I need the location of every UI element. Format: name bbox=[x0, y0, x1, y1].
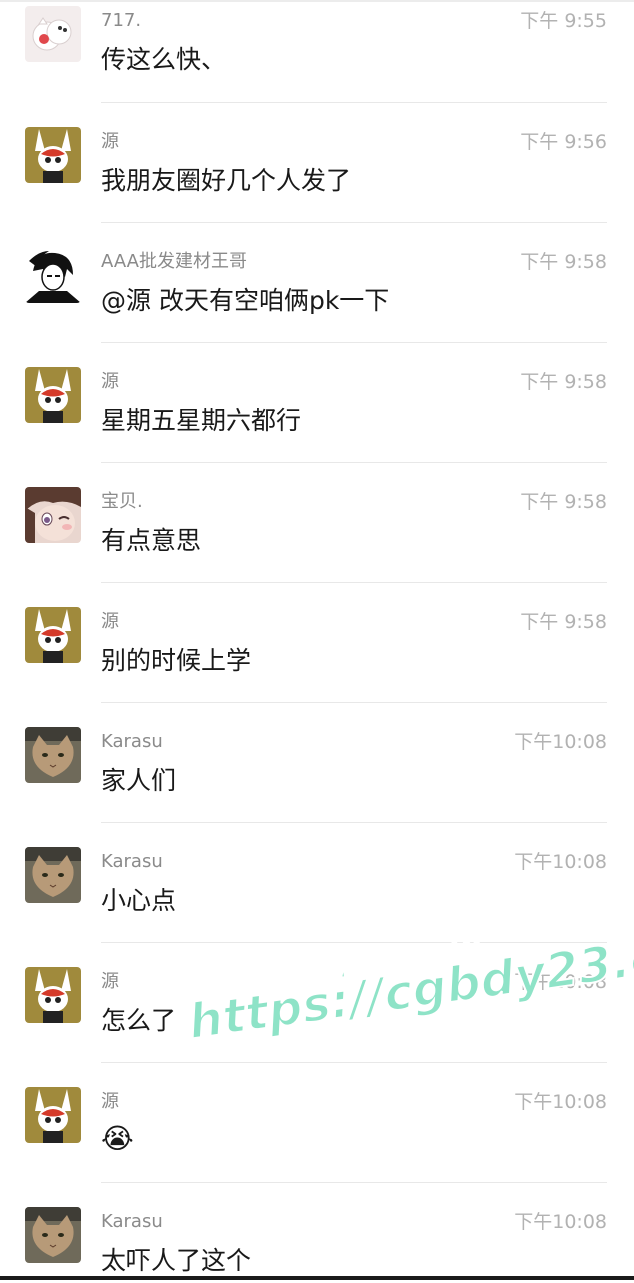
cat-photo-avatar-icon[interactable] bbox=[25, 1207, 81, 1263]
message-time: 下午10:08 bbox=[514, 1211, 607, 1233]
message-item[interactable]: 717. 下午 9:55 传这么快、 bbox=[0, 0, 634, 103]
rabbit-mascot-avatar-icon[interactable] bbox=[25, 1087, 81, 1143]
rabbit-mascot-avatar-icon[interactable] bbox=[25, 607, 81, 663]
message-time: 下午 9:58 bbox=[520, 251, 607, 273]
message-text: 别的时候上学 bbox=[101, 646, 252, 675]
sender-name: 源 bbox=[101, 371, 119, 392]
message-item[interactable]: 源 下午 9:58 别的时候上学 bbox=[0, 583, 634, 703]
cat-photo-avatar-icon[interactable] bbox=[25, 847, 81, 903]
message-time: 下午 9:58 bbox=[520, 371, 607, 393]
message-item[interactable]: 源 下午 9:58 星期五星期六都行 bbox=[0, 343, 634, 463]
message-time: 下午 9:56 bbox=[520, 131, 607, 153]
message-text: 传这么快、 bbox=[101, 45, 227, 74]
message-item[interactable]: Karasu 下午10:08 家人们 bbox=[0, 703, 634, 823]
message-text: 怎么了 bbox=[101, 1006, 177, 1035]
message-text: @源 改天有空咱俩pk一下 bbox=[101, 286, 390, 315]
sender-name: 宝贝. bbox=[101, 491, 143, 512]
sender-name: 源 bbox=[101, 611, 119, 632]
message-text: 家人们 bbox=[101, 766, 177, 795]
message-item[interactable]: Karasu 下午10:08 太吓人了这个 bbox=[0, 1183, 634, 1283]
message-time: 下午 9:58 bbox=[520, 611, 607, 633]
bottom-edge bbox=[0, 1276, 634, 1280]
cat-photo-avatar-icon[interactable] bbox=[25, 727, 81, 783]
message-item[interactable]: 宝贝. 下午 9:58 有点意思 bbox=[0, 463, 634, 583]
message-text: 小心点 bbox=[101, 886, 177, 915]
crying-emoji-icon: 😭 bbox=[101, 1122, 134, 1155]
sender-name: Karasu bbox=[101, 731, 163, 752]
message-text: 太吓人了这个 bbox=[101, 1246, 252, 1275]
cute-cat-avatar-icon[interactable] bbox=[25, 6, 81, 62]
sender-name: Karasu bbox=[101, 1211, 163, 1232]
message-item[interactable]: 源 下午10:08 怎么了 bbox=[0, 943, 634, 1063]
sender-name: Karasu bbox=[101, 851, 163, 872]
sender-name: 717. bbox=[101, 10, 142, 31]
sender-name: AAA批发建材王哥 bbox=[101, 251, 247, 272]
message-time: 下午10:08 bbox=[514, 1091, 607, 1113]
sender-name: 源 bbox=[101, 1091, 119, 1112]
message-time: 下午 9:58 bbox=[520, 491, 607, 513]
doll-girl-avatar-icon[interactable] bbox=[25, 487, 81, 543]
sender-name: 源 bbox=[101, 131, 119, 152]
message-time: 下午 9:55 bbox=[520, 10, 607, 32]
message-text: 我朋友圈好几个人发了 bbox=[101, 166, 352, 195]
message-item[interactable]: 源 下午 9:56 我朋友圈好几个人发了 bbox=[0, 103, 634, 223]
message-time: 下午10:08 bbox=[514, 851, 607, 873]
message-item[interactable]: 源 下午10:08 😭 bbox=[0, 1063, 634, 1183]
rabbit-mascot-avatar-icon[interactable] bbox=[25, 967, 81, 1023]
message-text: 有点意思 bbox=[101, 526, 202, 555]
message-list[interactable]: 717. 下午 9:55 传这么快、 源 下午 9:56 我朋友圈好几个人发了 bbox=[0, 0, 634, 1283]
message-item[interactable]: Karasu 下午10:08 小心点 bbox=[0, 823, 634, 943]
message-item[interactable]: AAA批发建材王哥 下午 9:58 @源 改天有空咱俩pk一下 bbox=[0, 223, 634, 343]
rabbit-mascot-avatar-icon[interactable] bbox=[25, 367, 81, 423]
anime-boy-avatar-icon[interactable] bbox=[25, 247, 81, 303]
sender-name: 源 bbox=[101, 971, 119, 992]
rabbit-mascot-avatar-icon[interactable] bbox=[25, 127, 81, 183]
message-time: 下午10:08 bbox=[514, 731, 607, 753]
message-text: 星期五星期六都行 bbox=[101, 406, 302, 435]
message-time: 下午10:08 bbox=[514, 971, 607, 993]
